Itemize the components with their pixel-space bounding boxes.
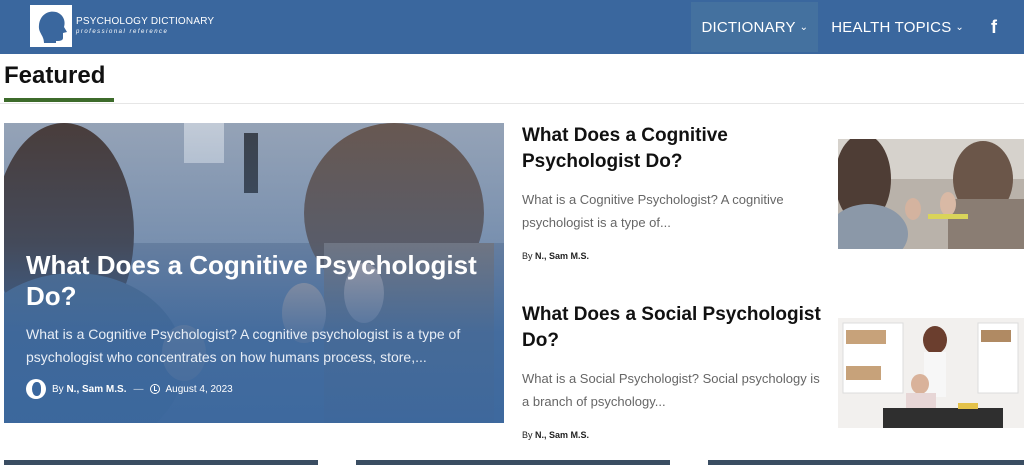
article-title[interactable]: What Does a Cognitive Psychologist Do? — [522, 123, 822, 175]
hero-title[interactable]: What Does a Cognitive Psychologist Do? — [26, 250, 486, 312]
facebook-icon[interactable]: f — [974, 2, 1014, 52]
article-title[interactable]: What Does a Social Psychologist Do? — [522, 302, 822, 354]
article-excerpt: What is a Cognitive Psychologist? A cogn… — [522, 192, 784, 230]
author-link[interactable]: N., Sam M.S. — [66, 384, 126, 395]
next-article-image[interactable] — [708, 460, 1024, 465]
nav-item-health-topics[interactable]: HEALTH TOPICS ⌄ — [821, 2, 974, 52]
article-meta: By N., Sam M.S. — [522, 430, 589, 440]
divider — [0, 103, 1024, 104]
nav-item-label: HEALTH TOPICS — [831, 18, 952, 36]
logo-title: PSYCHOLOGY DICTIONARY — [76, 16, 215, 27]
nav-item-label: DICTIONARY — [701, 18, 796, 36]
article-thumbnail[interactable] — [838, 318, 1024, 428]
article-thumbnail[interactable] — [838, 139, 1024, 249]
site-header: PSYCHOLOGY DICTIONARY professional refer… — [0, 0, 1024, 54]
next-article-image[interactable] — [356, 460, 670, 465]
byline-prefix: By — [522, 251, 533, 261]
byline-prefix: By — [52, 383, 64, 395]
byline-prefix: By — [522, 430, 533, 440]
author-link[interactable]: N., Sam M.S. — [535, 251, 589, 261]
section-title-underline — [4, 98, 114, 102]
chevron-down-icon: ⌄ — [955, 21, 964, 33]
hero-meta: By N., Sam M.S. — August 4, 2023 — [26, 379, 233, 399]
section-title: Featured — [4, 62, 106, 89]
nav-item-dictionary[interactable]: DICTIONARY ⌄ — [691, 2, 819, 52]
hero-article[interactable]: What Does a Cognitive Psychologist Do? W… — [4, 123, 504, 423]
next-article-image[interactable] — [4, 460, 318, 465]
post-date: August 4, 2023 — [165, 383, 233, 395]
clock-icon — [150, 384, 161, 394]
site-logo[interactable]: PSYCHOLOGY DICTIONARY professional refer… — [30, 5, 214, 47]
article-meta: By N., Sam M.S. — [522, 251, 589, 261]
chevron-down-icon: ⌄ — [799, 21, 809, 33]
article-excerpt: What is a Social Psychologist? Social ps… — [522, 371, 820, 409]
meta-separator: — — [133, 383, 144, 395]
logo-subtitle: professional reference — [76, 29, 169, 35]
avatar[interactable] — [26, 379, 46, 399]
author-link[interactable]: N., Sam M.S. — [535, 430, 589, 440]
main-nav: DICTIONARY ⌄ HEALTH TOPICS ⌄ f — [691, 0, 1024, 54]
head-profile-icon — [30, 5, 72, 47]
hero-excerpt: What is a Cognitive Psychologist? A cogn… — [26, 326, 461, 365]
